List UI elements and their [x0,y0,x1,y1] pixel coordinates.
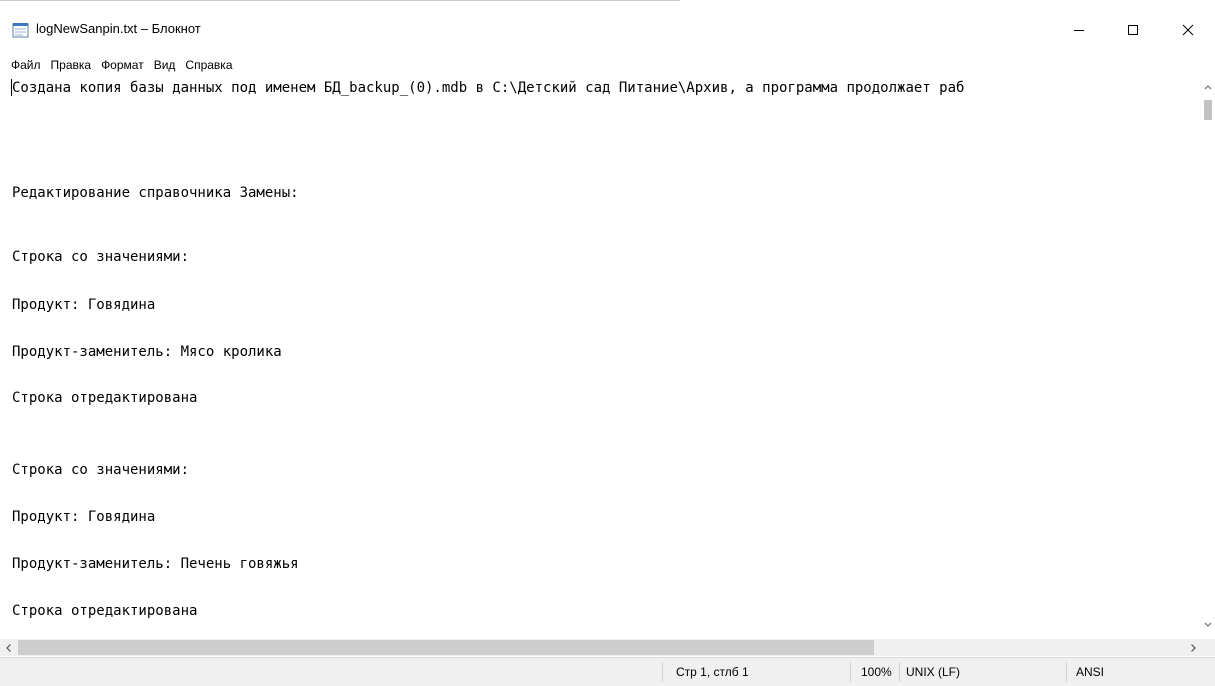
chevron-up-icon[interactable] [1201,80,1215,94]
status-bar: Стр 1, стлб 1 100% UNIX (LF) ANSI [0,657,1215,686]
close-icon [1182,24,1194,36]
menu-edit[interactable]: Правка [51,56,92,74]
text-editor[interactable]: Создана копия базы данных под именем БД_… [0,76,1215,639]
scroll-left-button[interactable] [0,639,17,656]
text-line: Строка отредактирована [12,390,198,406]
text-line: Строка отредактирована [12,603,198,619]
close-button[interactable] [1165,14,1211,46]
vertical-scroll-thumb[interactable] [1204,100,1212,120]
notepad-window: logNewSanpin.txt – Блокнот Файл Правка Ф… [0,0,1215,686]
text-line: Продукт-заменитель: Печень говяжья [12,556,299,572]
status-separator [899,662,900,682]
horizontal-scrollbar[interactable] [0,639,1201,656]
text-line: Строка со значениями: [12,249,190,265]
text-line: Редактирование справочника Замены: [12,185,299,201]
scrollbar-corner [1201,639,1215,656]
maximize-button[interactable] [1110,14,1156,46]
minimize-icon [1074,30,1084,31]
status-encoding: ANSI [1076,665,1105,679]
scroll-right-button[interactable] [1184,639,1201,656]
title-bar[interactable]: logNewSanpin.txt – Блокнот [0,0,1215,54]
text-line: Создана копия базы данных под именем БД_… [12,80,965,96]
window-title: logNewSanpin.txt – Блокнот [36,21,201,36]
status-cursor-position: Стр 1, стлб 1 [676,665,749,679]
text-line: Продукт: Говядина [12,509,156,525]
status-line-ending: UNIX (LF) [906,665,960,679]
menu-file[interactable]: Файл [11,56,41,74]
status-separator [850,662,851,682]
text-line: Продукт: Говядина [12,297,156,313]
chevron-left-icon [5,643,11,652]
notepad-icon [12,23,29,38]
window-top-edge [0,0,680,1]
chevron-down-icon[interactable] [1201,618,1215,632]
minimize-button[interactable] [1056,14,1102,46]
vertical-scrollbar[interactable] [1201,76,1215,639]
menu-help[interactable]: Справка [185,56,232,74]
menu-format[interactable]: Формат [101,56,144,74]
status-separator [662,662,663,682]
status-separator [1066,662,1067,682]
status-zoom: 100% [861,665,892,679]
maximize-icon [1128,25,1138,35]
horizontal-scroll-thumb[interactable] [18,640,874,655]
chevron-right-icon [1190,643,1196,652]
text-line: Продукт-заменитель: Мясо кролика [12,344,282,360]
menu-bar: Файл Правка Формат Вид Справка [0,56,243,74]
menu-view[interactable]: Вид [154,56,176,74]
text-line: Строка со значениями: [12,462,190,478]
